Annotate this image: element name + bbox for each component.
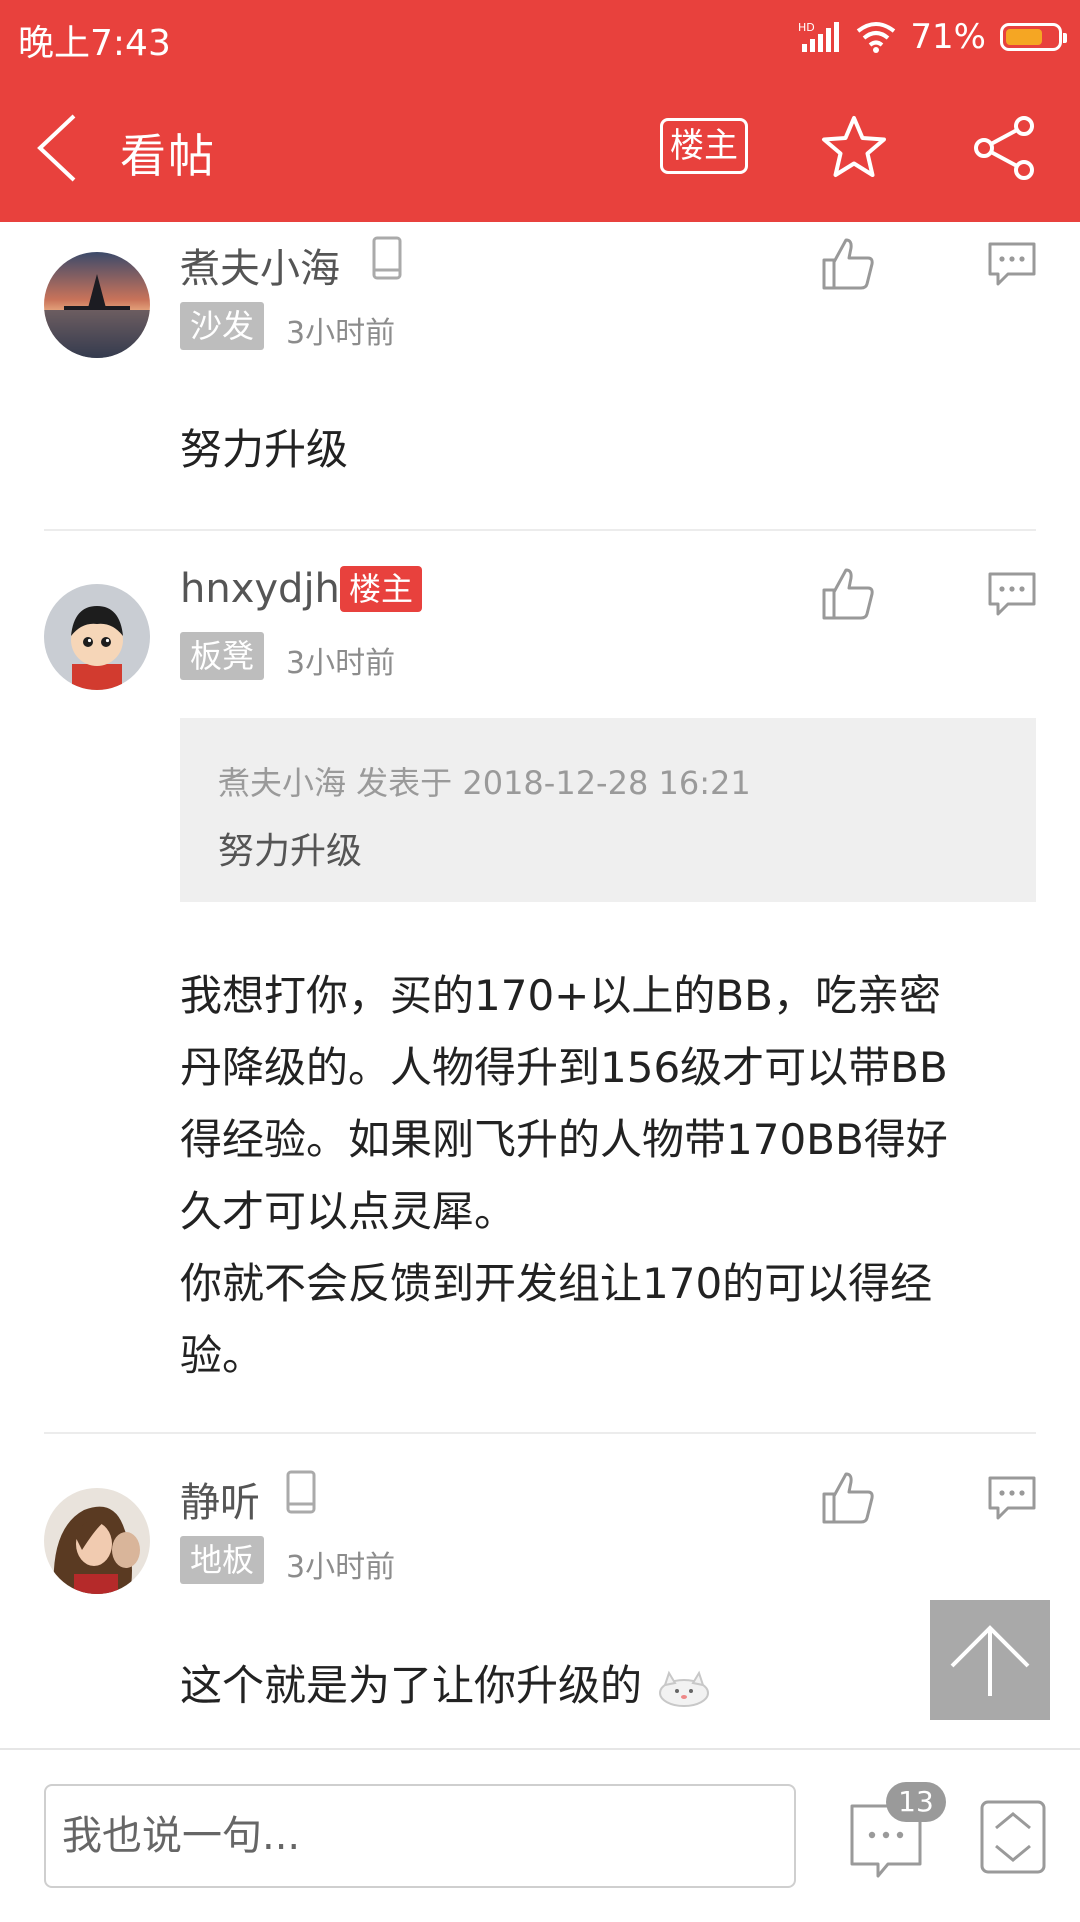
status-time: 晚上7:43 [18, 23, 171, 64]
comment-input[interactable]: 我也说一句... [44, 1784, 796, 1888]
owner-only-button[interactable]: 楼主 [660, 118, 748, 174]
page-title: 看帖 [120, 129, 216, 183]
username[interactable]: 静听 [180, 1470, 260, 1528]
owner-badge: 楼主 [340, 566, 423, 612]
battery-level [1006, 29, 1042, 45]
content-line: 你就不会反馈到开发组让170的可以得经 [180, 1259, 933, 1308]
username[interactable]: hnxydjh [180, 566, 340, 612]
toolbar: 看帖 楼主 [0, 74, 1080, 222]
quoted-post[interactable]: 煮夫小海 发表于 2018-12-28 16:21 努力升级 [180, 718, 1036, 902]
post-content-text: 这个就是为了让你升级的 [180, 1661, 643, 1710]
status-bar: 晚上7:43 HD 71% [0, 0, 1080, 74]
content-line: 丹降级的。人物得升到156级才可以带BB [180, 1043, 948, 1092]
post-time: 3小时前 [286, 1550, 396, 1585]
post-content: 这个就是为了让你升级的 [180, 1650, 713, 1722]
comment-count-badge: 13 [886, 1782, 946, 1822]
post-item: 煮夫小海 沙发 3小时前 努力升级 [0, 222, 1080, 530]
post-item: 静听 地板 3小时前 这个就是为了让你升级的 [0, 1434, 1080, 1748]
thumbs-up-icon[interactable] [820, 236, 876, 292]
network-type: HD [798, 21, 815, 34]
post-content: 努力升级 [180, 425, 349, 474]
back-arrow-icon[interactable] [34, 112, 94, 184]
post-time: 3小时前 [286, 646, 396, 681]
post-time: 3小时前 [286, 316, 396, 351]
content-line: 得经验。如果刚飞升的人物带170BB得好 [180, 1115, 948, 1164]
content-line: 验。 [180, 1331, 265, 1380]
floor-tag: 沙发 [180, 302, 265, 350]
share-icon[interactable] [972, 114, 1038, 182]
reply-comment-icon[interactable] [986, 570, 1038, 618]
thumbs-up-icon[interactable] [820, 566, 876, 622]
content-line: 久才可以点灵犀。 [180, 1187, 517, 1236]
quote-text: 努力升级 [218, 831, 363, 872]
wifi-icon [857, 22, 896, 53]
post-divider [44, 529, 1036, 531]
reply-comment-icon[interactable] [986, 1474, 1038, 1522]
floor-tag: 板凳 [180, 632, 265, 680]
phone-icon [286, 1470, 316, 1514]
avatar[interactable] [44, 584, 150, 690]
phone-icon [372, 236, 402, 280]
quote-meta: 煮夫小海 发表于 2018-12-28 16:21 [218, 764, 751, 802]
back-to-top-button[interactable] [930, 1600, 1050, 1720]
username[interactable]: 煮夫小海 [180, 236, 340, 294]
cat-emoji-icon [659, 1670, 710, 1707]
cellular-signal-icon: HD [798, 21, 840, 52]
star-icon[interactable] [820, 114, 888, 182]
post-content: 我想打你，买的170+以上的BB，吃亲密 丹降级的。人物得升到156级才可以带B… [180, 960, 948, 1392]
avatar[interactable] [44, 1488, 150, 1594]
floor-tag: 地板 [180, 1536, 265, 1584]
bottom-bar: 我也说一句... 13 [0, 1748, 1080, 1922]
page-up-down-icon[interactable] [980, 1800, 1046, 1874]
avatar[interactable] [44, 252, 150, 358]
battery-percent: 71% [910, 17, 986, 57]
status-indicators: HD 71% [798, 14, 1067, 60]
content-line: 我想打你，买的170+以上的BB，吃亲密 [180, 971, 941, 1020]
thumbs-up-icon[interactable] [820, 1470, 876, 1526]
battery-icon [1000, 23, 1067, 51]
reply-comment-icon[interactable] [986, 240, 1038, 288]
